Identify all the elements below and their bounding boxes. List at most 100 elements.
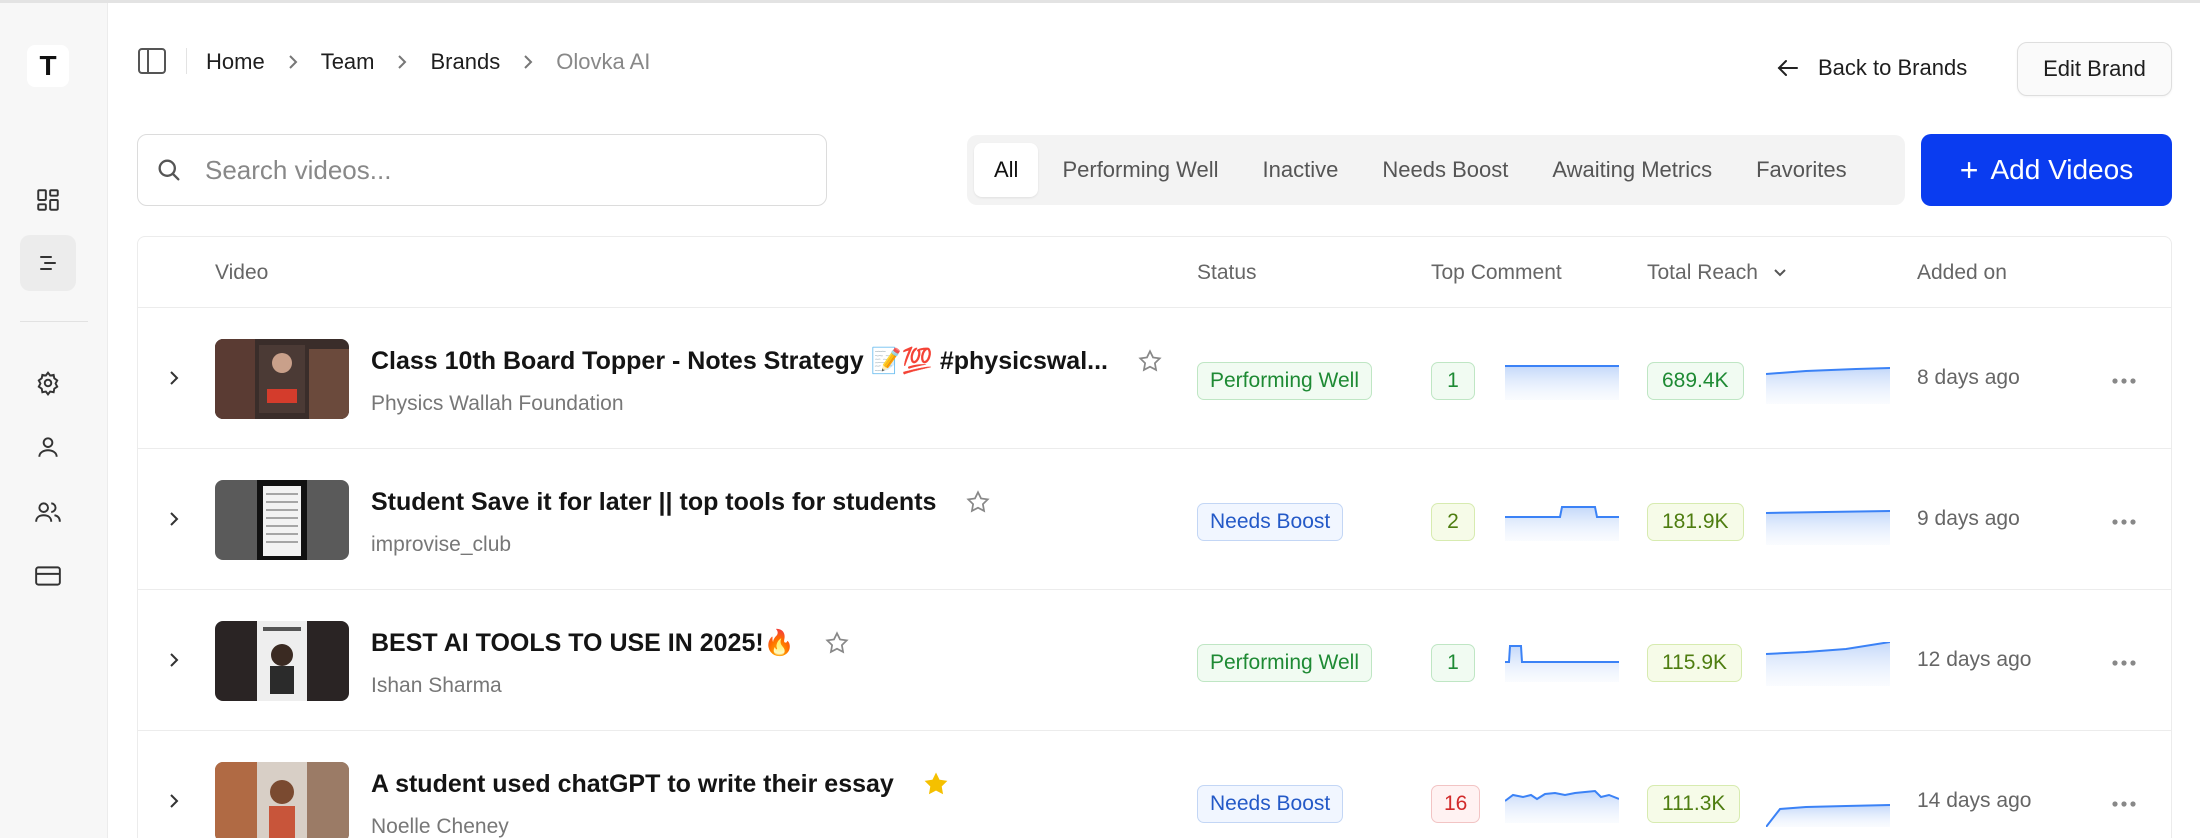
video-title[interactable]: Class 10th Board Topper - Notes Strategy… <box>371 347 1108 376</box>
total-reach-value: 111.3K <box>1647 785 1741 823</box>
comment-sparkline <box>1505 789 1619 823</box>
video-title-wrap: A student used chatGPT to write their es… <box>371 767 950 801</box>
chevron-right-icon <box>283 52 303 72</box>
breadcrumb-brands[interactable]: Brands <box>430 49 500 75</box>
top-comment-count: 1 <box>1431 362 1475 400</box>
toggle-sidebar-icon[interactable] <box>137 47 167 75</box>
video-title-wrap: Class 10th Board Topper - Notes Strategy… <box>371 344 1164 378</box>
channel-name: improvise_club <box>371 533 512 556</box>
channel-name: Noelle Cheney <box>371 815 509 838</box>
search-box <box>137 134 827 206</box>
reach-sparkline <box>1766 367 1890 404</box>
status-badge: Needs Boost <box>1197 503 1344 541</box>
chevron-down-icon <box>1774 268 1786 276</box>
top-comment-count: 16 <box>1431 785 1481 823</box>
column-header-total-reach[interactable]: Total Reach <box>1647 237 1788 308</box>
breadcrumb-current: Olovka AI <box>556 49 651 74</box>
top-border <box>0 0 2200 3</box>
tab-favorites[interactable]: Favorites <box>1736 143 1866 197</box>
table-row[interactable]: Class 10th Board Topper - Notes Strategy… <box>138 308 2171 449</box>
top-comment-count: 1 <box>1431 644 1475 682</box>
column-header-top-comment: Top Comment <box>1431 260 1562 284</box>
users-icon[interactable] <box>20 484 76 540</box>
tab-performing-well[interactable]: Performing Well <box>1042 143 1238 197</box>
added-on: 12 days ago <box>1917 648 2032 671</box>
more-options-icon[interactable] <box>2109 789 2139 819</box>
user-icon[interactable] <box>20 419 76 475</box>
app-logo[interactable]: T <box>27 45 69 87</box>
column-header-added-on: Added on <box>1917 260 2007 284</box>
chevron-right-icon[interactable] <box>160 646 188 674</box>
videos-table: Video Status Top Comment Total Reach Add… <box>137 236 2172 838</box>
more-options-icon[interactable] <box>2109 366 2139 396</box>
video-thumbnail[interactable] <box>215 621 349 701</box>
table-header: Video Status Top Comment Total Reach Add… <box>138 237 2171 308</box>
search-input[interactable] <box>205 154 765 186</box>
comment-sparkline <box>1505 645 1619 682</box>
status-badge: Performing Well <box>1197 644 1372 682</box>
star-icon[interactable] <box>1136 347 1164 375</box>
reach-sparkline <box>1766 804 1890 827</box>
add-videos-button[interactable]: + Add Videos <box>1921 134 2172 206</box>
back-to-brands-button[interactable]: Back to Brands <box>1776 48 1967 88</box>
video-title-wrap: BEST AI TOOLS TO USE IN 2025!🔥 <box>371 626 851 660</box>
video-thumbnail[interactable] <box>215 339 349 419</box>
breadcrumb-team[interactable]: Team <box>321 49 375 75</box>
header-divider <box>186 48 187 74</box>
edit-brand-button[interactable]: Edit Brand <box>2017 42 2172 96</box>
added-on: 8 days ago <box>1917 366 2020 389</box>
sidebar-divider <box>20 321 88 322</box>
channel-name: Physics Wallah Foundation <box>371 392 624 415</box>
table-row[interactable]: Student Save it for later || top tools f… <box>138 449 2171 590</box>
video-title[interactable]: Student Save it for later || top tools f… <box>371 488 936 517</box>
gear-icon[interactable] <box>20 355 76 411</box>
plus-icon: + <box>1959 152 1979 188</box>
status-badge: Performing Well <box>1197 362 1372 400</box>
channel-name: Ishan Sharma <box>371 674 502 697</box>
filter-tabs: All Performing Well Inactive Needs Boost… <box>967 135 1905 205</box>
comment-sparkline <box>1505 506 1619 541</box>
added-on: 9 days ago <box>1917 507 2020 530</box>
top-comment-count: 2 <box>1431 503 1475 541</box>
chevron-right-icon[interactable] <box>160 787 188 815</box>
total-reach-value: 689.4K <box>1647 362 1744 400</box>
list-icon[interactable] <box>20 235 76 291</box>
add-videos-label: Add Videos <box>1990 154 2134 185</box>
tab-all[interactable]: All <box>974 143 1039 197</box>
sidebar: T <box>0 3 108 838</box>
dashboard-grid-icon[interactable] <box>20 172 76 228</box>
tab-needs-boost[interactable]: Needs Boost <box>1362 143 1528 197</box>
chevron-right-icon <box>518 52 538 72</box>
search-icon <box>158 159 180 181</box>
video-title-wrap: Student Save it for later || top tools f… <box>371 485 992 519</box>
video-thumbnail[interactable] <box>215 480 349 560</box>
tab-awaiting-metrics[interactable]: Awaiting Metrics <box>1532 143 1732 197</box>
tab-inactive[interactable]: Inactive <box>1243 143 1359 197</box>
more-options-icon[interactable] <box>2109 507 2139 537</box>
video-title[interactable]: A student used chatGPT to write their es… <box>371 770 894 799</box>
column-header-status: Status <box>1197 260 1257 284</box>
comment-sparkline <box>1505 365 1619 400</box>
video-thumbnail[interactable] <box>215 762 349 838</box>
reach-sparkline <box>1766 510 1890 545</box>
table-row[interactable]: BEST AI TOOLS TO USE IN 2025!🔥 Ishan Sha… <box>138 590 2171 731</box>
arrow-left-icon <box>1777 60 1798 76</box>
total-reach-label: Total Reach <box>1647 260 1758 284</box>
status-badge: Needs Boost <box>1197 785 1344 823</box>
star-filled-icon[interactable] <box>922 770 950 798</box>
star-icon[interactable] <box>823 629 851 657</box>
chevron-right-icon <box>392 52 412 72</box>
table-row[interactable]: A student used chatGPT to write their es… <box>138 731 2171 838</box>
more-options-icon[interactable] <box>2109 648 2139 678</box>
credit-card-icon[interactable] <box>20 548 76 604</box>
breadcrumb-home[interactable]: Home <box>206 49 265 75</box>
chevron-right-icon[interactable] <box>160 505 188 533</box>
back-to-brands-label: Back to Brands <box>1818 55 1968 80</box>
column-header-video: Video <box>215 260 269 284</box>
total-reach-value: 115.9K <box>1647 644 1742 682</box>
video-title[interactable]: BEST AI TOOLS TO USE IN 2025!🔥 <box>371 629 795 658</box>
total-reach-value: 181.9K <box>1647 503 1744 541</box>
star-icon[interactable] <box>964 488 992 516</box>
chevron-right-icon[interactable] <box>160 364 188 392</box>
reach-sparkline <box>1766 642 1890 686</box>
